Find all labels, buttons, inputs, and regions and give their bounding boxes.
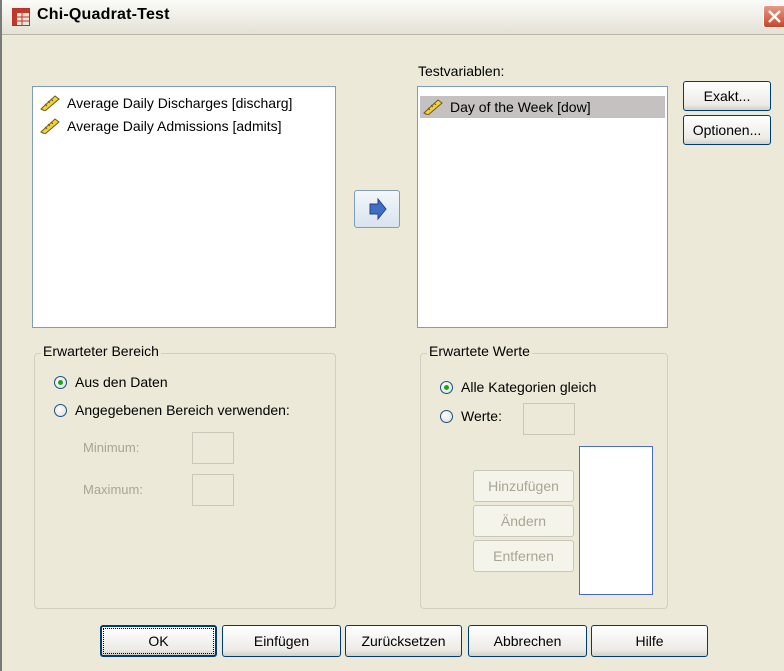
values-input[interactable] — [523, 403, 575, 435]
use-range-radio[interactable] — [54, 404, 67, 417]
list-item-label: Day of the Week [dow] — [450, 99, 591, 115]
expected-range-group — [34, 353, 336, 609]
ruler-icon — [39, 118, 61, 140]
spss-table-icon — [12, 8, 30, 26]
from-data-radio[interactable] — [54, 376, 67, 389]
values-label[interactable]: Werte: — [461, 408, 502, 424]
hilfe-button[interactable]: Hilfe — [591, 625, 708, 657]
all-equal-radio[interactable] — [440, 381, 453, 394]
minimum-label: Minimum: — [83, 440, 140, 455]
maximum-input[interactable] — [192, 474, 234, 506]
move-to-test-variables-button[interactable] — [354, 190, 400, 228]
test-variable-list[interactable]: Day of the Week [dow] — [417, 86, 668, 328]
title-bar[interactable]: Chi-Quadrat-Test — [2, 0, 784, 35]
list-item[interactable]: Average Daily Admissions [admits] — [37, 115, 331, 137]
maximum-label: Maximum: — [83, 482, 143, 497]
list-item-label: Average Daily Admissions [admits] — [67, 118, 282, 134]
einfuegen-button[interactable]: Einfügen — [222, 625, 341, 657]
from-data-label[interactable]: Aus den Daten — [75, 374, 168, 390]
ruler-icon — [422, 99, 444, 121]
list-item[interactable]: Average Daily Discharges [discharg] — [37, 92, 331, 114]
all-equal-label[interactable]: Alle Kategorien gleich — [461, 379, 596, 395]
abbrechen-button[interactable]: Abbrechen — [468, 625, 587, 657]
expected-values-list[interactable] — [579, 446, 653, 595]
expected-range-title: Erwarteter Bereich — [41, 343, 161, 359]
close-button[interactable] — [763, 5, 784, 28]
exakt-button[interactable]: Exakt... — [683, 81, 771, 111]
remove-button[interactable]: Entfernen — [473, 540, 574, 572]
window-title: Chi-Quadrat-Test — [37, 6, 170, 23]
ruler-icon — [39, 95, 61, 117]
ok-button[interactable]: OK — [100, 625, 217, 657]
test-variables-label: Testvariablen: — [418, 63, 505, 79]
expected-values-title: Erwartete Werte — [427, 343, 532, 359]
zuruecksetzen-button[interactable]: Zurücksetzen — [345, 625, 462, 657]
change-button[interactable]: Ändern — [473, 505, 574, 537]
values-radio[interactable] — [440, 410, 453, 423]
dialog-window: Chi-Quadrat-Test Average Daily Discharge… — [0, 0, 784, 671]
arrow-right-icon — [369, 197, 387, 221]
use-range-label[interactable]: Angegebenen Bereich verwenden: — [75, 402, 290, 418]
minimum-input[interactable] — [192, 432, 234, 464]
list-item-label: Average Daily Discharges [discharg] — [67, 95, 293, 111]
source-variable-list[interactable]: Average Daily Discharges [discharg] Aver… — [32, 86, 336, 328]
add-button[interactable]: Hinzufügen — [473, 470, 574, 502]
list-item[interactable]: Day of the Week [dow] — [420, 96, 665, 118]
close-icon — [768, 10, 781, 23]
optionen-button[interactable]: Optionen... — [683, 115, 771, 145]
